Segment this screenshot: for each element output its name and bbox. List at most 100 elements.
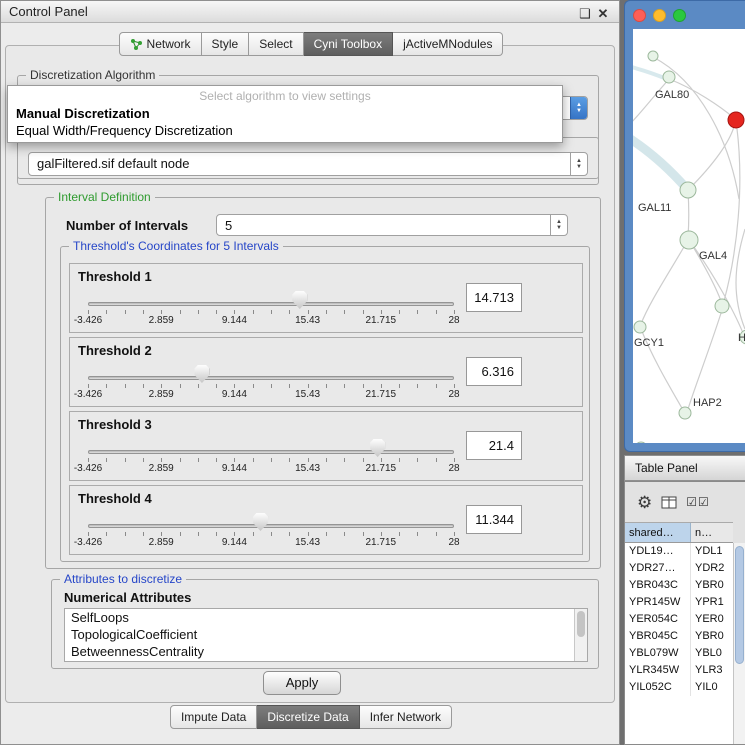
columns-icon[interactable] <box>661 496 677 509</box>
attributes-scrollbar[interactable] <box>574 609 587 661</box>
network-edge[interactable] <box>688 310 722 409</box>
table-toolbar: ⚙ ☑☑ <box>625 482 745 522</box>
table-row[interactable]: YDL19…YDL1 <box>625 543 733 560</box>
zoom-traffic-icon[interactable] <box>673 9 686 22</box>
table-cell[interactable]: YPR145W <box>625 594 691 611</box>
slider-thumb[interactable] <box>194 365 209 383</box>
slider-thumb[interactable] <box>370 439 385 457</box>
network-node[interactable] <box>715 299 729 313</box>
slider-tick <box>271 384 272 388</box>
table-cell[interactable]: YBR043C <box>625 577 691 594</box>
list-item[interactable]: TopologicalCoefficient <box>65 626 587 643</box>
table-row[interactable]: YBR045CYBR0 <box>625 628 733 645</box>
table-cell[interactable]: YBR0 <box>691 628 733 645</box>
table-cell[interactable]: YBL0 <box>691 645 733 662</box>
slider-scale-label: 2.859 <box>149 463 174 474</box>
tab-style[interactable]: Style <box>202 32 250 56</box>
network-canvas[interactable]: GAL80GAL11GAL4GCY1HHAP2 <box>633 29 745 443</box>
dropdown-option-equal-width-frequency-discretization[interactable]: Equal Width/Frequency Discretization <box>8 122 562 139</box>
gear-icon[interactable]: ⚙ <box>637 494 652 511</box>
table-cell[interactable]: YDR2 <box>691 560 733 577</box>
slider-thumb[interactable] <box>292 291 307 309</box>
network-node[interactable] <box>635 442 647 443</box>
table-scrollbar[interactable] <box>733 543 745 744</box>
slider-track[interactable] <box>88 450 454 454</box>
slider-track[interactable] <box>88 302 454 306</box>
tab-impute-data[interactable]: Impute Data <box>170 705 257 729</box>
threshold-value-field[interactable]: 6.316 <box>466 357 522 386</box>
apply-button[interactable]: Apply <box>263 671 341 695</box>
network-edge[interactable] <box>633 65 667 79</box>
table-cell[interactable]: YDL19… <box>625 543 691 560</box>
table-row[interactable]: YPR145WYPR1 <box>625 594 733 611</box>
network-node[interactable] <box>680 182 696 198</box>
network-edge[interactable] <box>633 78 670 125</box>
close-window-icon[interactable]: ✕ <box>595 3 611 24</box>
network-node[interactable] <box>679 407 691 419</box>
scrollbar-thumb[interactable] <box>735 546 744 664</box>
threshold-value-field[interactable]: 21.4 <box>466 431 522 460</box>
table-cell[interactable]: YER054C <box>625 611 691 628</box>
tab-infer-network[interactable]: Infer Network <box>360 705 452 729</box>
list-item[interactable]: SelfLoops <box>65 609 587 626</box>
table-cell[interactable]: YDR27… <box>625 560 691 577</box>
tab-discretize-data[interactable]: Discretize Data <box>257 705 359 729</box>
table-cell[interactable]: YDL1 <box>691 543 733 560</box>
slider-thumb[interactable] <box>253 513 268 531</box>
network-node[interactable] <box>663 71 675 83</box>
list-item[interactable]: BetweennessCentrality <box>65 643 587 660</box>
network-edge[interactable] <box>724 121 740 301</box>
combobox-stepper-icon[interactable]: ▲▼ <box>570 97 587 119</box>
column-header-n[interactable]: n… <box>691 523 733 542</box>
scrollbar-thumb[interactable] <box>577 611 585 637</box>
table-cell[interactable]: YBL079W <box>625 645 691 662</box>
control-panel-window: Control Panel ❑ ✕ NetworkStyleSelectCyni… <box>0 0 620 745</box>
table-cell[interactable]: YIL0 <box>691 679 733 696</box>
numerical-attributes-list[interactable]: SelfLoopsTopologicalCoefficientBetweenne… <box>64 608 588 662</box>
table-row[interactable]: YBR043CYBR0 <box>625 577 733 594</box>
tab-network[interactable]: Network <box>119 32 202 56</box>
node-label: H <box>738 332 745 344</box>
table-data-combobox[interactable]: galFiltered.sif default node ▲▼ <box>28 152 588 176</box>
slider-track[interactable] <box>88 376 454 380</box>
tab-select[interactable]: Select <box>249 32 303 56</box>
network-edge[interactable] <box>641 240 688 324</box>
tab-cyni-toolbox[interactable]: Cyni Toolbox <box>304 32 393 56</box>
slider-tick <box>161 532 162 536</box>
dropdown-options: Manual DiscretizationEqual Width/Frequen… <box>8 105 562 139</box>
table-cell[interactable]: YBR045C <box>625 628 691 645</box>
network-node[interactable] <box>648 51 658 61</box>
combobox-stepper-icon[interactable]: ▲▼ <box>550 215 567 235</box>
table-cell[interactable]: YBR0 <box>691 577 733 594</box>
table-cell[interactable]: YLR345W <box>625 662 691 679</box>
network-edge[interactable] <box>633 133 687 189</box>
network-node[interactable] <box>634 321 646 333</box>
table-row[interactable]: YDR27…YDR2 <box>625 560 733 577</box>
threshold-label: Threshold 2 <box>78 343 152 358</box>
network-node[interactable] <box>680 231 698 249</box>
float-window-icon[interactable]: ❑ <box>577 3 593 24</box>
slider-track[interactable] <box>88 524 454 528</box>
threshold-value-field[interactable]: 11.344 <box>466 505 522 534</box>
table-panel-header[interactable]: Table Panel <box>624 455 745 481</box>
table-row[interactable]: YLR345WYLR3 <box>625 662 733 679</box>
minimize-traffic-icon[interactable] <box>653 9 666 22</box>
table-cell[interactable]: YPR1 <box>691 594 733 611</box>
table-cell[interactable]: YIL052C <box>625 679 691 696</box>
network-node-selected[interactable] <box>728 112 744 128</box>
table-cell[interactable]: YLR3 <box>691 662 733 679</box>
table-row[interactable]: YIL052CYIL0 <box>625 679 733 696</box>
table-row[interactable]: YER054CYER0 <box>625 611 733 628</box>
slider-tick <box>88 310 89 314</box>
tab-jactivemnodules[interactable]: jActiveMNodules <box>393 32 503 56</box>
dropdown-option-manual-discretization[interactable]: Manual Discretization <box>8 105 562 122</box>
number-of-intervals-combobox[interactable]: 5 ▲▼ <box>216 214 568 236</box>
column-header-shared[interactable]: shared… <box>625 523 691 542</box>
table-row[interactable]: YBL079WYBL0 <box>625 645 733 662</box>
combobox-stepper-icon[interactable]: ▲▼ <box>570 153 587 175</box>
threshold-value-field[interactable]: 14.713 <box>466 283 522 312</box>
table-cell[interactable]: YER0 <box>691 611 733 628</box>
close-traffic-icon[interactable] <box>633 9 646 22</box>
network-edge[interactable] <box>736 229 745 329</box>
select-rows-icon[interactable]: ☑☑ <box>686 496 710 508</box>
